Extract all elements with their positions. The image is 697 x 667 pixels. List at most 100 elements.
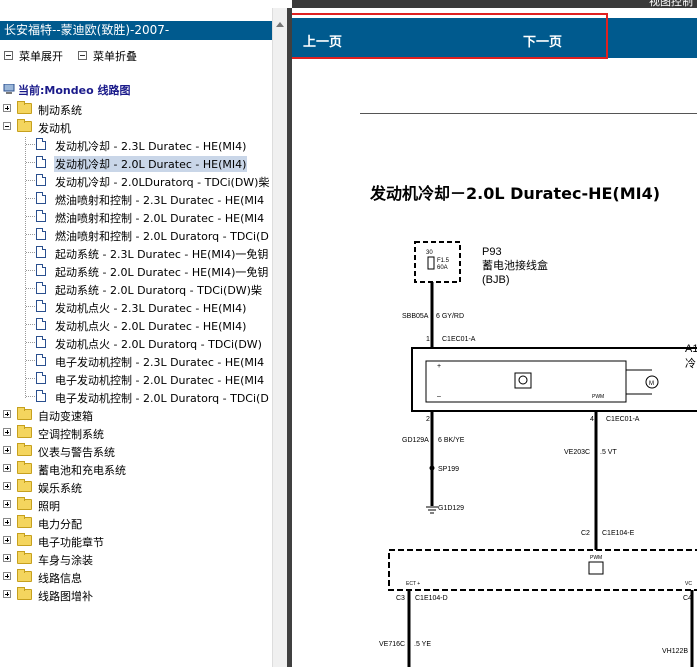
expand-toggle-icon[interactable] (3, 428, 11, 436)
folder-label: 电力分配 (38, 518, 82, 531)
pwm1: PWM (592, 394, 604, 400)
collapse-all-button[interactable]: 菜单折叠 (78, 48, 137, 64)
tree-leaf-diagram[interactable]: 起动系统 - 2.3L Duratec - HE(MI4)一免钥 (0, 244, 272, 262)
expand-toggle-icon[interactable] (3, 518, 11, 526)
folder-icon (17, 425, 32, 438)
folder-label: 线路信息 (38, 572, 82, 585)
p93-label: P93 (482, 246, 502, 258)
collapse-icon (78, 51, 87, 60)
tree-folder[interactable]: 电子功能章节 (0, 532, 272, 550)
pwm2: PWM (590, 555, 602, 561)
expand-toggle-icon[interactable] (3, 104, 11, 112)
expand-all-label: 菜单展开 (19, 50, 63, 63)
tree-folder[interactable]: 线路信息 (0, 568, 272, 586)
folder-icon (17, 101, 32, 114)
expand-toggle-icon[interactable] (3, 464, 11, 472)
tree-connector (26, 180, 35, 181)
folder-label: 空调控制系统 (38, 428, 104, 441)
ve1-spec: .5 VT (600, 449, 617, 456)
expand-toggle-icon[interactable] (3, 572, 11, 580)
tree-leaf-diagram[interactable]: 电子发动机控制 - 2.3L Duratec - HE(MI4 (0, 352, 272, 370)
left-scrollbar[interactable] (272, 8, 287, 667)
leaf-label: 发动机点火 - 2.3L Duratec - HE(MI4) (55, 302, 247, 315)
pin-c4: C4 (683, 595, 692, 602)
tree-folder[interactable]: 娱乐系统 (0, 478, 272, 496)
folder-label: 制动系统 (38, 104, 82, 117)
ect-label: ECT + (406, 581, 420, 587)
expand-toggle-icon[interactable] (3, 554, 11, 562)
tree-leaf-diagram[interactable]: 燃油喷射和控制 - 2.3L Duratec - HE(MI4 (0, 190, 272, 208)
collapse-toggle-icon[interactable] (3, 122, 11, 130)
folder-label: 电子功能章节 (38, 536, 104, 549)
tree-leaf-diagram[interactable]: 电子发动机控制 - 2.0L Duratec - HE(MI4 (0, 370, 272, 388)
tree-leaf-diagram[interactable]: 起动系统 - 2.0L Duratec - HE(MI4)一免钥 (0, 262, 272, 280)
tree-folder[interactable]: 蓄电池和充电系统 (0, 460, 272, 478)
top-strip: 视图控制 (0, 0, 697, 8)
fuse-label-1: F1.5 (437, 258, 450, 264)
pin2: 2 (426, 416, 430, 423)
tree-folder[interactable]: 电力分配 (0, 514, 272, 532)
tree-folder[interactable]: 线路图增补 (0, 586, 272, 604)
document-icon (36, 300, 46, 312)
tree-leaf-diagram[interactable]: 发动机点火 - 2.0L Duratec - HE(MI4) (0, 316, 272, 334)
document-icon (36, 264, 46, 276)
folder-open-icon (17, 119, 32, 132)
gd-spec: 6 BK/YE (438, 437, 465, 444)
folder-label: 车身与涂装 (38, 554, 93, 567)
fuse-number: 30 (426, 250, 433, 256)
scroll-up-arrow-icon[interactable] (276, 22, 284, 27)
tree-leaf-diagram[interactable]: 发动机点火 - 2.3L Duratec - HE(MI4) (0, 298, 272, 316)
tree-leaf-diagram[interactable]: 发动机冷却 - 2.3L Duratec - HE(MI4) (0, 136, 272, 154)
expand-toggle-icon[interactable] (3, 500, 11, 508)
tree-leaf-diagram[interactable]: 发动机冷却 - 2.0L Duratec - HE(MI4) (0, 154, 272, 172)
pin-c3: C3 (396, 595, 405, 602)
tree-leaf-diagram[interactable]: 燃油喷射和控制 - 2.0L Duratorq - TDCi(D (0, 226, 272, 244)
tree-leaf-diagram[interactable]: 发动机冷却 - 2.0LDuratorq - TDCi(DW)柴 (0, 172, 272, 190)
tree-leaf-diagram[interactable]: 起动系统 - 2.0L Duratorq - TDCi(DW)柴 (0, 280, 272, 298)
document-icon (36, 228, 46, 240)
expand-toggle-icon[interactable] (3, 482, 11, 490)
tree-folder[interactable]: 照明 (0, 496, 272, 514)
tree-connector (26, 162, 35, 163)
plus-sign: + (437, 363, 441, 370)
tree-folder[interactable]: 仪表与警告系统 (0, 442, 272, 460)
motor-letter: M (649, 381, 654, 387)
wiring-diagram: 30 F1.5 60A P93 蓄电池接线盒 (BJB) SBB05A 6 GY… (379, 241, 697, 667)
module-desc: 冷 (685, 357, 696, 370)
document-icon (36, 318, 46, 330)
tree-root-label: 当前:Mondeo 线路图 (18, 84, 131, 97)
sp-id: SP199 (438, 466, 459, 473)
expand-all-button[interactable]: 菜单展开 (4, 48, 63, 64)
ground-id: G1D129 (438, 505, 464, 512)
tree-connector (26, 360, 35, 361)
view-control-label[interactable]: 视图控制 (649, 0, 693, 8)
expand-toggle-icon[interactable] (3, 446, 11, 454)
folder-icon (17, 551, 32, 564)
tree-folder-engine[interactable]: 发动机 (0, 118, 272, 136)
conn2: C1EC01-A (606, 416, 640, 423)
tree-folder-brakes[interactable]: 制动系统 (0, 100, 272, 118)
tree-root[interactable]: 当前:Mondeo 线路图 (3, 82, 130, 98)
p93-desc: 蓄电池接线盒 (482, 258, 548, 272)
content-panel: 上一页 下一页 发动机冷却－2.0L Duratec-HE(MI4) 30 F1… (292, 8, 697, 667)
document-icon (36, 390, 46, 402)
tree-folder[interactable]: 空调控制系统 (0, 424, 272, 442)
leaf-label: 燃油喷射和控制 - 2.0L Duratorq - TDCi(D (55, 230, 269, 243)
tree-leaf-diagram[interactable]: 燃油喷射和控制 - 2.0L Duratec - HE(MI4 (0, 208, 272, 226)
leaf-label: 起动系统 - 2.0L Duratec - HE(MI4)一免钥 (55, 266, 269, 279)
tree-folder[interactable]: 车身与涂装 (0, 550, 272, 568)
folder-icon (17, 479, 32, 492)
expand-toggle-icon[interactable] (3, 590, 11, 598)
tree-folder[interactable]: 自动变速箱 (0, 406, 272, 424)
tree-leaf-diagram[interactable]: 发动机点火 - 2.0L Duratorq - TDCi(DW) (0, 334, 272, 352)
tree-leaf-diagram[interactable]: 电子发动机控制 - 2.0L Duratorq - TDCi(D (0, 388, 272, 406)
tree-connector (26, 342, 35, 343)
folder-label: 自动变速箱 (38, 410, 93, 423)
ve2-id: VE716C (379, 641, 405, 648)
expand-toggle-icon[interactable] (3, 410, 11, 418)
document-icon (36, 372, 46, 384)
expand-toggle-icon[interactable] (3, 536, 11, 544)
leaf-label: 发动机点火 - 2.0L Duratorq - TDCi(DW) (55, 338, 262, 351)
folder-icon (17, 407, 32, 420)
navigation-panel: 长安福特--蒙迪欧(致胜)-2007- 菜单展开 菜单折叠 当前:Mondeo … (0, 8, 272, 667)
